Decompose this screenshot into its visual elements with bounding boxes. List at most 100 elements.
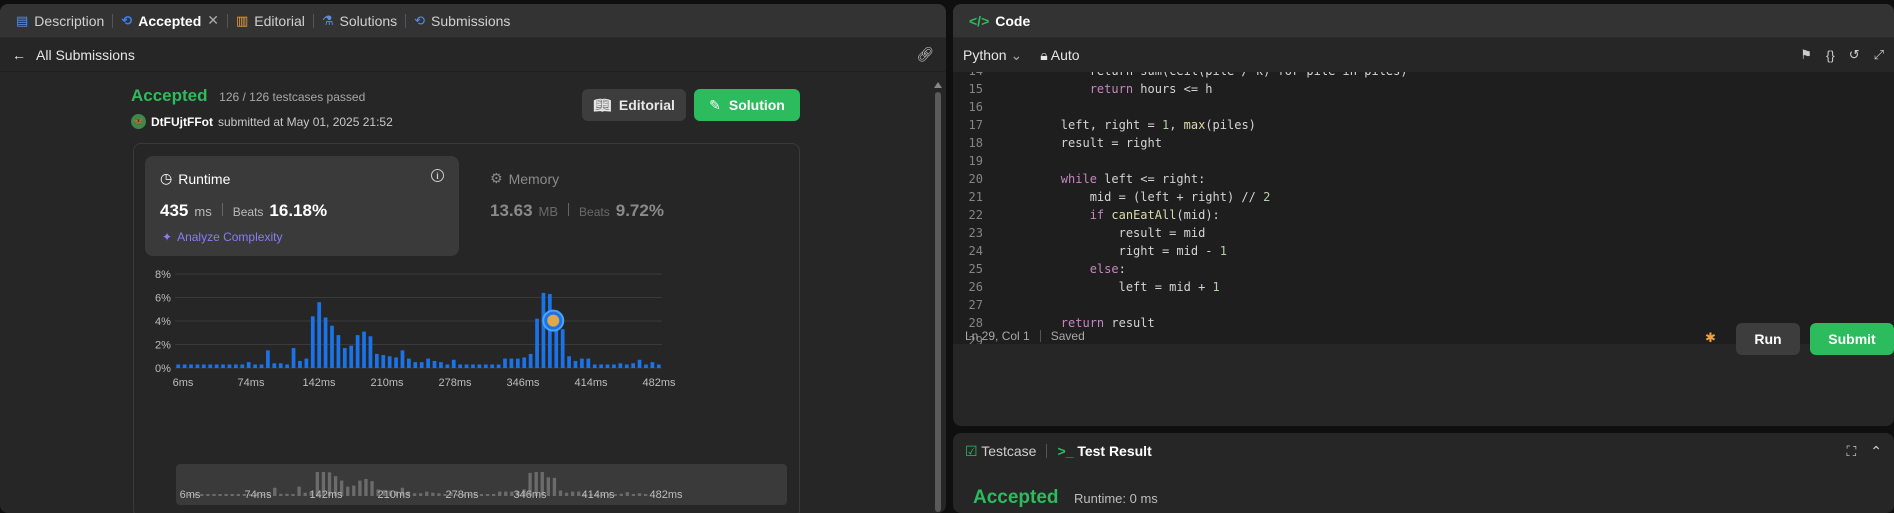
distribution-bar[interactable] xyxy=(342,348,347,368)
runtime-box[interactable]: ◷ Runtime i 435 ms Beats 16.18% ✦ Analyz… xyxy=(145,156,459,256)
distribution-bar[interactable] xyxy=(483,364,488,368)
reset-icon[interactable]: ↺ xyxy=(1849,47,1860,63)
username-link[interactable]: DtFUjtFFot xyxy=(151,115,213,129)
distribution-bar[interactable] xyxy=(541,292,546,368)
distribution-bar[interactable] xyxy=(644,364,648,368)
memory-box[interactable]: ⚙ Memory 13.63 MB Beats 9.72% xyxy=(475,156,775,256)
bookmark-icon[interactable]: ⚑ xyxy=(1800,47,1812,63)
distribution-bar[interactable] xyxy=(426,358,430,368)
distribution-bar[interactable] xyxy=(259,364,264,368)
distribution-bar[interactable] xyxy=(285,364,289,368)
distribution-bar[interactable] xyxy=(323,317,328,368)
code-editor[interactable]: 14 return sum(ceil(pile / k) for pile in… xyxy=(953,72,1894,344)
distribution-bar[interactable] xyxy=(477,364,482,368)
distribution-bar[interactable] xyxy=(195,364,200,368)
distribution-bar[interactable] xyxy=(362,331,366,368)
distribution-bar[interactable] xyxy=(445,364,450,368)
distribution-bar[interactable] xyxy=(381,355,386,368)
distribution-bar[interactable] xyxy=(317,302,322,368)
distribution-bar[interactable] xyxy=(201,364,206,368)
distribution-bar[interactable] xyxy=(227,364,232,368)
distribution-bar[interactable] xyxy=(400,350,405,368)
distribution-bar[interactable] xyxy=(221,364,225,368)
language-select[interactable]: Python ⌄ xyxy=(963,47,1022,64)
distribution-bar[interactable] xyxy=(272,363,277,368)
distribution-bar[interactable] xyxy=(419,362,424,368)
info-icon[interactable]: i xyxy=(431,169,444,182)
distribution-bar[interactable] xyxy=(330,325,334,368)
submit-button[interactable]: Submit xyxy=(1810,323,1894,355)
distribution-bar[interactable] xyxy=(637,359,642,368)
distribution-bar[interactable] xyxy=(605,364,610,368)
distribution-bar[interactable] xyxy=(291,348,296,368)
close-icon[interactable]: ✕ xyxy=(207,12,219,29)
distribution-bar[interactable] xyxy=(496,364,501,368)
distribution-bar[interactable] xyxy=(528,353,533,368)
distribution-bar[interactable] xyxy=(650,362,655,368)
distribution-bar[interactable] xyxy=(560,329,565,368)
distribution-bar[interactable] xyxy=(214,364,219,368)
distribution-bar[interactable] xyxy=(573,360,578,368)
avatar[interactable]: 🦋 xyxy=(131,114,146,129)
distribution-bar[interactable] xyxy=(266,350,270,368)
run-button[interactable]: Run xyxy=(1736,323,1800,355)
distribution-bar[interactable] xyxy=(368,336,373,368)
distribution-bar[interactable] xyxy=(509,358,514,368)
distribution-bar[interactable] xyxy=(407,358,411,368)
distribution-bar[interactable] xyxy=(656,364,661,368)
distribution-bar[interactable] xyxy=(631,363,636,368)
distribution-bar[interactable] xyxy=(208,364,213,368)
distribution-bar[interactable] xyxy=(304,358,309,368)
your-submission-marker[interactable] xyxy=(542,309,565,332)
distribution-bar[interactable] xyxy=(439,362,443,368)
distribution-bar[interactable] xyxy=(246,362,251,368)
distribution-bar[interactable] xyxy=(336,335,341,368)
distribution-bar[interactable] xyxy=(182,364,187,368)
tab-solutions[interactable]: ⚗ Solutions xyxy=(314,4,405,38)
distribution-bar[interactable] xyxy=(234,364,238,368)
distribution-bar[interactable] xyxy=(349,345,354,368)
distribution-bar[interactable] xyxy=(515,358,520,368)
debug-icon[interactable]: ✱ xyxy=(1705,330,1716,346)
analyze-complexity-link[interactable]: ✦ Analyze Complexity xyxy=(162,230,282,244)
distribution-bar[interactable] xyxy=(490,364,495,368)
tab-code[interactable]: </> Code xyxy=(961,4,1038,38)
scrollbar[interactable] xyxy=(934,82,942,512)
tab-submissions[interactable]: ⟲ Submissions xyxy=(406,4,518,38)
editorial-button[interactable]: 📖︎ Editorial xyxy=(582,89,686,121)
distribution-bar[interactable] xyxy=(599,364,603,368)
distribution-bar[interactable] xyxy=(567,356,571,368)
distribution-bar[interactable] xyxy=(503,358,507,368)
distribution-bar[interactable] xyxy=(592,364,597,368)
tab-testcase[interactable]: ☑ Testcase xyxy=(965,443,1036,460)
distribution-bar[interactable] xyxy=(394,357,398,368)
solution-button[interactable]: ✎ Solution xyxy=(694,89,800,121)
scroll-thumb[interactable] xyxy=(935,92,941,512)
distribution-bar[interactable] xyxy=(451,359,456,368)
distribution-bar[interactable] xyxy=(298,360,302,368)
expand-icon[interactable]: ⤢ xyxy=(1874,47,1884,63)
tab-description[interactable]: ▤ Description xyxy=(8,4,112,38)
distribution-bar[interactable] xyxy=(310,316,315,368)
distribution-bar[interactable] xyxy=(387,356,392,368)
chart-range-selector[interactable]: 6ms 74ms 142ms 210ms 278ms 346ms 414ms 482ms xyxy=(176,464,787,505)
distribution-bar[interactable] xyxy=(580,358,584,368)
distribution-bar[interactable] xyxy=(413,362,418,368)
distribution-bar[interactable] xyxy=(189,364,193,368)
distribution-bar[interactable] xyxy=(618,363,623,368)
distribution-bar[interactable] xyxy=(176,364,181,368)
maximize-icon[interactable]: ⛶ xyxy=(1846,443,1856,460)
distribution-bar[interactable] xyxy=(471,364,475,368)
distribution-bar[interactable] xyxy=(432,360,437,368)
distribution-bar[interactable] xyxy=(586,358,591,368)
tab-test-result[interactable]: >_ Test Result xyxy=(1057,443,1151,459)
autosave-toggle[interactable]: 🔒︎ Auto xyxy=(1040,47,1079,64)
braces-icon[interactable]: {} xyxy=(1826,48,1835,63)
tab-accepted[interactable]: ⟲ Accepted ✕ xyxy=(113,4,227,38)
distribution-bar[interactable] xyxy=(458,364,463,368)
back-link[interactable]: ← All Submissions xyxy=(12,47,135,63)
distribution-bar[interactable] xyxy=(612,364,616,368)
chevron-up-icon[interactable]: ⌃ xyxy=(1870,443,1882,460)
distribution-bar[interactable] xyxy=(240,364,245,368)
distribution-bar[interactable] xyxy=(355,335,360,368)
